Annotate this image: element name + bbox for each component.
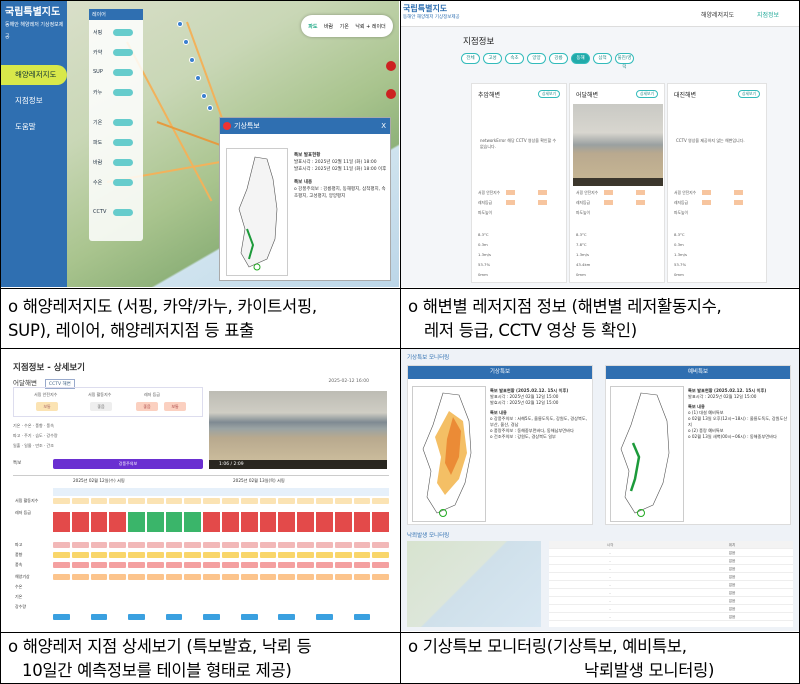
layer-toggle[interactable] [113, 49, 133, 56]
korea-minimap [610, 386, 684, 522]
lightning-map[interactable] [407, 541, 541, 627]
layer-toggle[interactable] [113, 119, 133, 126]
spot-detail-screenshot: 지점정보 - 상세보기 어달해변 CCTV 해변 2025-02-12 16:00… [1, 349, 399, 631]
page-title: 지점정보 - 상세보기 [13, 363, 86, 373]
map-top-tabs: 파도 바람 기온 낙뢰 + 레이더 [301, 15, 393, 37]
section-title: 기상특보 모니터링 [407, 355, 450, 361]
chip-donghae[interactable]: 동해 [571, 53, 590, 64]
spot-marker[interactable] [183, 39, 189, 45]
layer-toggle[interactable] [113, 159, 133, 166]
chip-yangyang[interactable]: 양양 [527, 53, 546, 64]
beach-spot-info-screenshot: 국립특별지도 동해안 해양레저 기상정보제공 해양레저지도 지점정보 지점정보 전… [401, 1, 799, 287]
beach-card: 추암해변 상세보기 networkError 해당 CCTV 영상을 확인할 수… [471, 83, 567, 283]
layer-toggle[interactable] [113, 209, 133, 216]
cctv-video[interactable]: 1:06 / 2:09 [209, 391, 387, 469]
popup-text: 특보 발표현황 발표시각 : 2025년 02월 11일 (화) 18:00 발… [294, 153, 387, 199]
map-control-button[interactable] [386, 89, 396, 99]
timestamp: 2025-02-12 16:00 [328, 379, 369, 384]
index-box: 서핑 안전지수 서핑 활동지수 레저 등급 보통 좋음 좋음 보통 [13, 387, 203, 417]
app-logo: 국립특별지도 동해안 해양레저 기상정보제공 [5, 7, 64, 40]
cctv-message: CCTV 영상을 제공하지 않는 해변입니다. [676, 138, 745, 143]
weather-warning-popup: 기상특보 X 특보 발표현황 발표시각 : 2025년 02월 11일 (화) 1… [219, 117, 391, 281]
tab-wave[interactable]: 파도 [308, 23, 317, 30]
chip-sokcho[interactable]: 속초 [505, 53, 524, 64]
nav-marine-map[interactable]: 해양레저지도 [701, 10, 734, 19]
menu-spot-info[interactable]: 지점정보 [1, 91, 67, 111]
warning-box: 기상특보 특보 발표현황 (2025.02.12. 15시 이후) 발표시각 :… [407, 365, 593, 525]
tab-wind[interactable]: 바람 [324, 23, 333, 30]
warning-icon [223, 122, 231, 130]
marine-leisure-map-screenshot: 국립특별지도 동해안 해양레저 기상정보제공 해양레저지도 지점정보 도움말 레이… [1, 1, 399, 287]
page-title: 지점정보 [463, 37, 495, 47]
pre-warning-text: 특보 발표현황 (2025.02.12. 15시 이후) 발표시각 : 2025… [688, 388, 788, 439]
document-table: 국립특별지도 동해안 해양레저 기상정보제공 해양레저지도 지점정보 도움말 레이… [0, 0, 800, 684]
layer-toggle[interactable] [113, 29, 133, 36]
detail-button[interactable]: 상세보기 [636, 90, 658, 98]
forecast-table: 2025년 02월 12일(수) 서핑 2025년 02월 13일(목) 서핑 … [13, 475, 390, 625]
cctv-message: networkError 해당 CCTV 영상을 확인할 수 없습니다. [480, 138, 557, 149]
caption-3: o 해양레저 지점 상세보기 (특보발효, 낙뢰 등 10일간 예측정보를 테이… [8, 637, 312, 680]
section-title: 낙뢰발생 모니터링 [407, 533, 450, 539]
chip-goseong[interactable]: 고성 [483, 53, 502, 64]
menu-help[interactable]: 도움말 [1, 117, 67, 137]
tab-lightning[interactable]: 낙뢰 + 레이더 [355, 23, 385, 30]
beach-name: 추암해변 [478, 92, 501, 99]
chip-all[interactable]: 전체 [461, 53, 480, 64]
weather-warning-monitoring-screenshot: 기상특보 모니터링 기상특보 특보 발표현황 (2025.02.12. 15시 … [401, 349, 799, 631]
layer-panel: 레이어 서핑 카약 SUP 카누 기온 파도 바람 수온 CCTV [89, 9, 143, 241]
spot-marker[interactable] [189, 57, 195, 63]
app-logo: 국립특별지도 동해안 해양레저 기상정보제공 [403, 4, 460, 20]
caption-4: o 기상특보 모니터링(기상특보, 예비특보, 낙뢰발생 모니터링) [408, 637, 715, 680]
region-chips: 전체 고성 속초 양양 강릉 동해 삼척 울진/영덕 [461, 53, 634, 70]
spot-marker[interactable] [207, 105, 213, 111]
spot-marker[interactable] [177, 21, 183, 27]
beach-name: 어달해변 [576, 92, 599, 99]
menu-marine-map[interactable]: 해양레저지도 [1, 65, 67, 85]
spot-marker[interactable] [195, 75, 201, 81]
warning-status: 특보 강풍주의보 [13, 459, 203, 469]
chip-gangneung[interactable]: 강릉 [549, 53, 568, 64]
detail-button[interactable]: 상세보기 [738, 90, 760, 98]
korea-minimap [412, 386, 486, 522]
close-icon[interactable]: X [381, 118, 386, 134]
caption-2: o 해변별 레저지점 정보 (해변별 레저활동지수, 레저 등급, CCTV 영… [408, 297, 722, 340]
layer-toggle[interactable] [113, 69, 133, 76]
chip-uljin[interactable]: 울진/영덕 [615, 53, 634, 70]
chip-samcheok[interactable]: 삼척 [593, 53, 612, 64]
nav-spot-info[interactable]: 지점정보 [757, 10, 779, 19]
detail-button[interactable]: 상세보기 [538, 90, 560, 98]
warning-text: 특보 발표현황 (2025.02.12. 15시 이후) 발표시각 : 2025… [490, 388, 587, 439]
beach-card: 대진해변 상세보기 CCTV 영상을 제공하지 않는 해변입니다. 서핑 안전지… [667, 83, 767, 283]
layer-toggle[interactable] [113, 139, 133, 146]
cctv-video[interactable] [573, 104, 663, 186]
layer-toggle[interactable] [113, 179, 133, 186]
top-bar: 국립특별지도 동해안 해양레저 기상정보제공 해양레저지도 지점정보 [401, 1, 799, 27]
lightning-table: 시각 위치 - 없음 - 없음 - 없음 - 없음 - 없음 - 없음 - 없음 - 없음 - 없음 [549, 541, 793, 627]
layer-toggle[interactable] [113, 89, 133, 96]
caption-1: o 해양레저지도 (서핑, 카약/카누, 카이트서핑, SUP), 레이어, 해… [8, 297, 317, 340]
tab-temp[interactable]: 기온 [340, 23, 349, 30]
pre-warning-box: 예비특보 특보 발표현황 (2025.02.12. 15시 이후) 발표시각 :… [605, 365, 791, 525]
korea-minimap [226, 148, 288, 276]
sidebar: 국립특별지도 동해안 해양레저 기상정보제공 해양레저지도 지점정보 도움말 [1, 1, 67, 287]
beach-name: 대진해변 [674, 92, 697, 99]
beach-card: 어달해변 상세보기 서핑 안전지수 레저등급 파도높이 8.3°C 7.8°C … [569, 83, 665, 283]
spot-marker[interactable] [201, 93, 207, 99]
map-control-button[interactable] [386, 61, 396, 71]
